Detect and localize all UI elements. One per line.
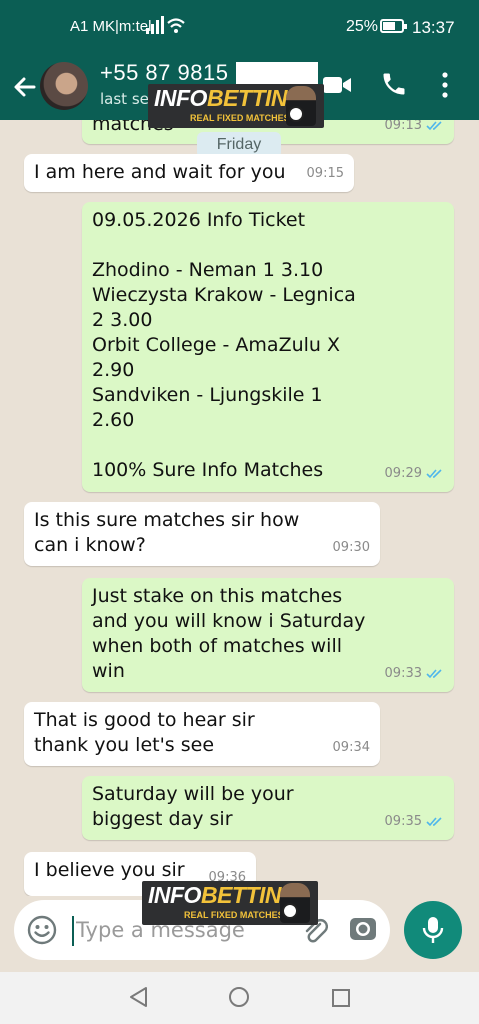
read-receipt-icon bbox=[426, 816, 442, 826]
message-time: 09:30 bbox=[332, 540, 370, 555]
read-receipt-icon bbox=[426, 120, 442, 130]
message-list[interactable]: matches 09:13 Friday I am here and wait … bbox=[0, 120, 479, 896]
message-meta: 09:35 bbox=[385, 809, 444, 834]
message-time: 09:34 bbox=[332, 740, 370, 755]
more-vert-icon[interactable] bbox=[440, 70, 450, 100]
contact-name[interactable]: +55 87 9815 bbox=[100, 60, 228, 86]
message-meta: 09:33 bbox=[385, 661, 444, 686]
nav-home-icon[interactable] bbox=[228, 986, 250, 1008]
message-bubble-outgoing[interactable]: Just stake on this matches and you will … bbox=[82, 578, 454, 692]
carrier-label: A1 MK|m:tel bbox=[70, 18, 152, 35]
clock: 13:37 bbox=[412, 18, 455, 37]
message-bubble-outgoing[interactable]: 09.05.2026 Info Ticket Zhodino - Neman 1… bbox=[82, 202, 454, 492]
message-time: 09:13 bbox=[384, 120, 422, 133]
phone-icon[interactable] bbox=[380, 70, 408, 98]
nav-recents-icon[interactable] bbox=[331, 988, 351, 1008]
nav-back-icon[interactable] bbox=[128, 986, 150, 1008]
soccer-ball-icon bbox=[282, 903, 298, 919]
message-bubble-incoming[interactable]: I am here and wait for you 09:15 bbox=[24, 154, 354, 192]
camera-icon[interactable] bbox=[348, 914, 378, 944]
battery-percent: 25% bbox=[346, 18, 379, 35]
message-time: 09:29 bbox=[384, 466, 422, 481]
battery-icon bbox=[380, 19, 407, 33]
emoji-icon[interactable] bbox=[26, 914, 58, 946]
watermark-logo: INFOBETTING REAL FIXED MATCHES bbox=[148, 84, 324, 128]
message-meta: 09:30 bbox=[333, 535, 370, 560]
message-text: 09.05.2026 Info Ticket Zhodino - Neman 1… bbox=[92, 209, 356, 481]
message-meta: 09:34 bbox=[333, 735, 370, 760]
message-time: 09:15 bbox=[306, 166, 344, 181]
text-cursor bbox=[72, 916, 74, 946]
message-text: I am here and wait for you bbox=[34, 161, 286, 183]
message-meta: 09:13 bbox=[385, 120, 444, 138]
video-call-icon[interactable] bbox=[322, 74, 352, 96]
watermark-logo: INFOBETTING REAL FIXED MATCHES bbox=[142, 881, 318, 925]
message-text: That is good to hear sir thank you let's… bbox=[34, 709, 255, 756]
message-meta: 09:15 bbox=[307, 161, 344, 186]
soccer-ball-icon bbox=[288, 106, 304, 122]
message-text: Is this sure matches sir how can i know? bbox=[34, 509, 300, 556]
read-receipt-icon bbox=[426, 668, 442, 678]
message-bubble-incoming[interactable]: Is this sure matches sir how can i know?… bbox=[24, 502, 380, 566]
message-meta: 09:29 bbox=[385, 461, 444, 486]
avatar[interactable] bbox=[40, 62, 88, 110]
watermark-title-a: INFO bbox=[148, 882, 201, 908]
watermark-subtitle: REAL FIXED MATCHES bbox=[184, 910, 284, 920]
signal-wifi-icon bbox=[146, 16, 185, 34]
message-time: 09:33 bbox=[384, 666, 422, 681]
message-time: 09:35 bbox=[384, 814, 422, 829]
mic-button[interactable] bbox=[404, 901, 462, 959]
message-bubble-incoming[interactable]: That is good to hear sir thank you let's… bbox=[24, 702, 380, 766]
message-bubble-outgoing[interactable]: Saturday will be your biggest day sir 09… bbox=[82, 776, 454, 840]
status-bar: A1 MK|m:tel 25% 13:37 bbox=[0, 0, 479, 56]
mic-icon bbox=[422, 917, 444, 943]
watermark-subtitle: REAL FIXED MATCHES bbox=[190, 113, 290, 123]
watermark-title-a: INFO bbox=[154, 85, 207, 111]
system-nav-bar bbox=[0, 972, 479, 1024]
read-receipt-icon bbox=[426, 468, 442, 478]
back-arrow-icon[interactable] bbox=[10, 72, 40, 102]
last-seen-status: last se bbox=[100, 90, 149, 108]
